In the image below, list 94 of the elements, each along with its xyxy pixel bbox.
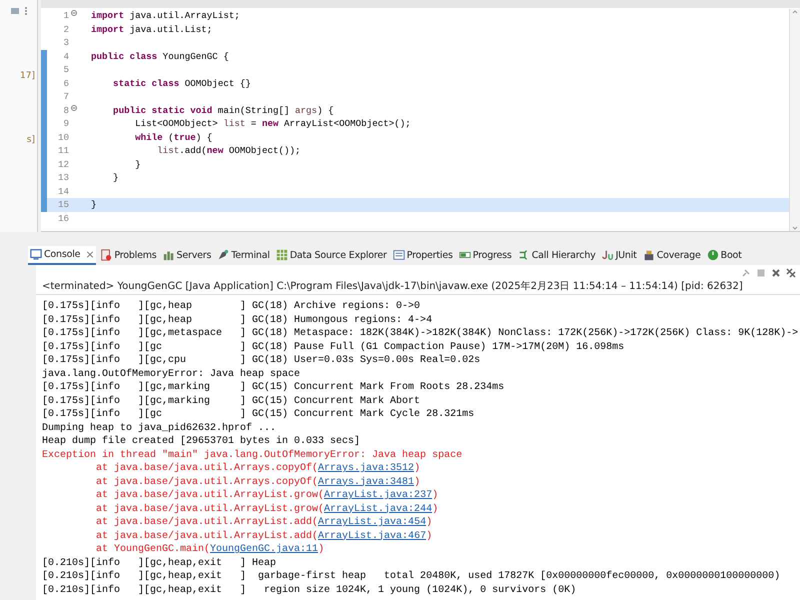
line-number: 10 (56, 130, 70, 144)
view-icon (217, 249, 230, 261)
log-line: [0.175s][info ][gc,cpu ] GC(18) User=0.03s Sys=0.00s Real=0.02s (42, 354, 482, 368)
source-link[interactable]: Arrays.java:3512 (318, 463, 414, 474)
log-line: Dumping heap to java_pid62632.hprof ... (42, 422, 278, 435)
log-line: java.lang.OutOfMemoryError: Java heap space (42, 368, 302, 381)
code-line: } (112, 171, 119, 184)
fold-icon[interactable] (71, 10, 77, 16)
stack-trace-line: at java.base/java.util.ArrayList.grow(ArrayList.java:237) (95, 489, 440, 502)
code-line: List<OOMObject> list = new ArrayList<OOMObject>(); (134, 117, 411, 130)
view-icon (518, 249, 530, 261)
code-line: } (134, 158, 141, 171)
line-number: 15 (56, 198, 70, 212)
view-icon (162, 249, 175, 261)
close-icon[interactable]: × (85, 248, 94, 260)
panel-text: 17] (20, 71, 36, 81)
stack-trace-line: at java.base/java.util.Arrays.copyOf(Arrays.java:3481) (95, 476, 422, 489)
remove-icon[interactable] (771, 268, 781, 278)
view-tab[interactable]: Boot (704, 247, 744, 263)
stack-trace-line: at java.base/java.util.ArrayList.add(ArrayList.java:467) (95, 530, 434, 543)
view-tab[interactable]: JUnit (600, 247, 639, 263)
source-link[interactable]: ArrayList.java:467 (318, 530, 426, 542)
log-line: [0.175s][info ][gc,marking ] GC(15) Concurrent Mark Abort (42, 394, 422, 408)
line-number: 4 (62, 50, 70, 63)
log-line: [0.210s][info ][gc,heap,exit ] region size 1024K, 1 young (1024K), 0 survivors (0K) (42, 584, 578, 597)
source-link[interactable]: ArrayList.java:237 (324, 490, 432, 501)
toolbar-icon[interactable] (10, 6, 20, 16)
code-editor[interactable] (41, 8, 800, 232)
view-icon (458, 249, 471, 261)
code-line: static class OOMObject {} (112, 76, 251, 90)
view-icon (392, 249, 405, 261)
view-icon (276, 249, 288, 261)
view-tab[interactable]: Servers (160, 247, 214, 263)
view-icon (100, 249, 112, 261)
log-line: [0.175s][info ][gc ] GC(18) Pause Full (G1 Compaction Pause) 17M->17M(20M) 16.098ms (42, 340, 626, 354)
pin-icon[interactable] (741, 268, 751, 278)
log-line: [0.175s][info ][gc,marking ] GC(15) Concurrent Mark From Roots 28.234ms (42, 381, 506, 394)
line-number: 6 (62, 76, 70, 90)
fold-icon[interactable] (71, 104, 77, 110)
view-tab[interactable]: Progress (456, 247, 514, 263)
stack-trace-line: at java.base/java.util.Arrays.copyOf(Arrays.java:3512) (95, 462, 422, 476)
view-icon (706, 249, 719, 261)
source-link[interactable]: ArrayList.java:454 (318, 517, 426, 528)
log-line: [0.175s][info ][gc ] GC(15) Concurrent Mark Cycle 28.321ms (42, 408, 476, 422)
line-number: 3 (62, 36, 70, 50)
line-number: 8 (62, 104, 70, 117)
log-line: Heap dump file created [29653701 bytes in 0.033 secs] (42, 435, 362, 448)
view-tab[interactable]: Properties (390, 247, 455, 263)
log-line: [0.175s][info ][gc,heap ] GC(18) Archive regions: 0->0 (42, 300, 422, 314)
code-line: import java.util.List; (90, 22, 212, 36)
line-number: 1 (62, 9, 70, 22)
code-line: while (true) { (134, 130, 212, 144)
line-number: 13 (56, 171, 70, 184)
code-line: public class YoungGenGC { (90, 50, 229, 63)
line-number: 11 (56, 144, 70, 158)
error-line: Exception in thread "main" java.lang.OutOfMemoryError: Java heap space (42, 448, 464, 462)
code-line: import java.util.ArrayList; (90, 9, 240, 22)
scroll-up-icon[interactable] (792, 9, 798, 15)
panel-text: s] (26, 135, 36, 145)
more-icon[interactable] (24, 6, 28, 16)
stack-trace-line: at YoungGenGC.main(YoungGenGC.java:11) (95, 543, 326, 556)
log-line: [0.210s][info ][gc,heap,exit ] garbage-first heap total 20480K, used 17827K [0x00000000fec00000, 0x0000000100000000) (42, 570, 782, 584)
stack-trace-line: at java.base/java.util.ArrayList.grow(ArrayList.java:244) (95, 502, 440, 516)
scrollbar[interactable] (789, 9, 800, 231)
code-line: public static void main(String[] args) { (112, 104, 334, 117)
scroll-down-icon[interactable] (792, 225, 798, 231)
console-header: <terminated> YoungGenGC [Java Application] C:\Program Files\Java\jdk-17\bin\javaw.exe (2025年2月23日 11:54:14 – 11:54:14) [pid: 62632] (36, 280, 800, 295)
source-link[interactable]: Arrays.java:3481 (318, 476, 414, 488)
log-line: [0.175s][info ][gc,metaspace ] GC(18) Metaspace: 182K(384K)->182K(384K) NonClass: 172K(256K)->172K(256K) Class: 9K(128K)-> (42, 327, 800, 340)
remove-all-icon[interactable] (786, 268, 796, 278)
log-line: [0.175s][info ][gc,heap ] GC(18) Humongous regions: 4->4 (42, 314, 434, 327)
code-line: } (90, 198, 97, 212)
line-number: 5 (62, 63, 70, 76)
line-number: 7 (62, 90, 70, 104)
code-line: list.add(new OOMObject()); (156, 144, 301, 158)
line-number: 12 (56, 158, 70, 171)
stack-trace-line: at java.base/java.util.ArrayList.add(ArrayList.java:454) (95, 516, 434, 530)
log-line: [0.210s][info ][gc,heap,exit ] Heap (42, 556, 278, 570)
view-tab[interactable]: Call Hierarchy (516, 247, 598, 263)
line-number: 9 (62, 117, 70, 130)
line-number: 16 (56, 212, 70, 225)
view-icon (30, 248, 42, 260)
view-icon (602, 249, 614, 261)
view-tab[interactable]: Console × (28, 246, 96, 264)
line-number: 14 (56, 184, 70, 198)
line-number: 2 (62, 22, 70, 36)
source-link[interactable]: YoungGenGC.java:11 (210, 544, 318, 555)
view-icon (642, 249, 655, 261)
view-tab[interactable]: Problems (98, 247, 159, 263)
view-tab[interactable]: Coverage (640, 247, 703, 263)
view-tab[interactable]: Data Source Explorer (274, 247, 389, 263)
view-tab[interactable]: Terminal (215, 247, 272, 263)
source-link[interactable]: ArrayList.java:244 (324, 504, 432, 514)
stop-icon[interactable] (756, 268, 766, 278)
